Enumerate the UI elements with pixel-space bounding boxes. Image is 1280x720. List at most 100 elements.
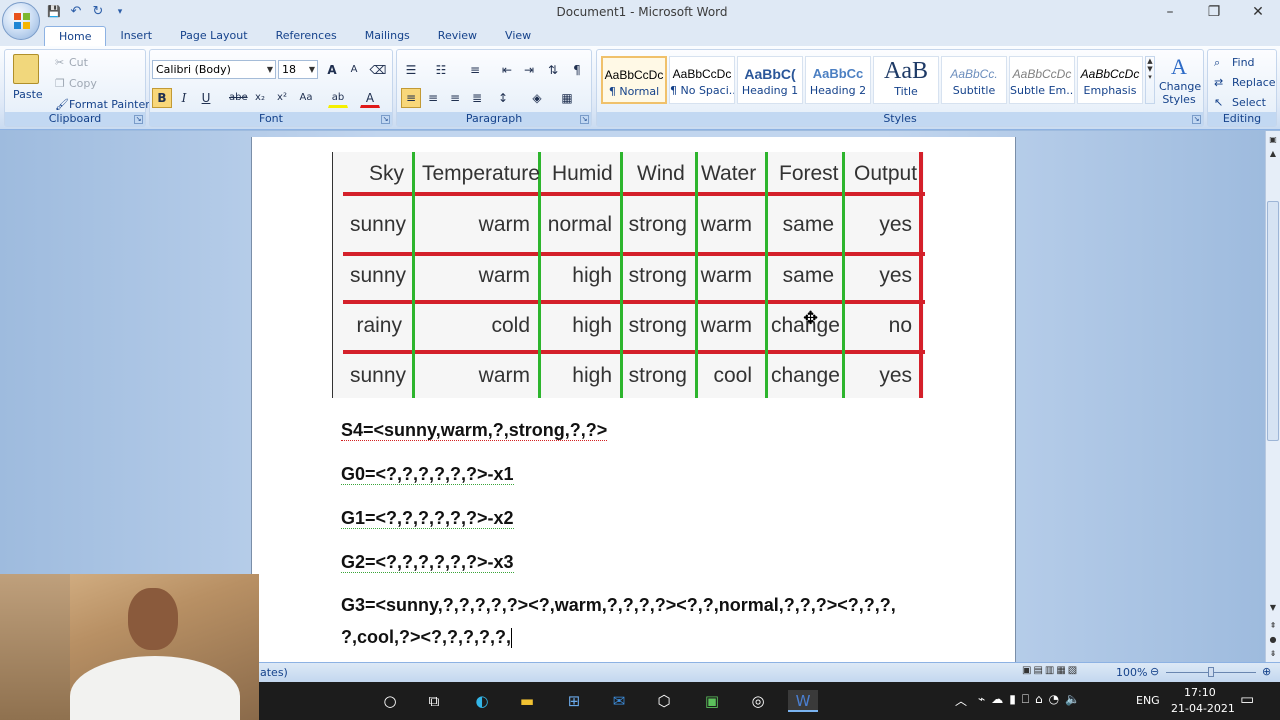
mail-icon[interactable]: ✉ xyxy=(607,690,631,712)
copy-button[interactable]: Copy xyxy=(69,77,97,90)
close-button[interactable]: ✕ xyxy=(1236,0,1280,24)
font-size-combo[interactable]: 18 ▼ xyxy=(278,60,318,79)
tab-page-layout[interactable]: Page Layout xyxy=(166,26,262,46)
sort-icon[interactable]: ⇅ xyxy=(543,60,563,80)
style-normal[interactable]: AaBbCcDc ¶ Normal xyxy=(601,56,667,104)
change-styles-button[interactable]: A Change Styles xyxy=(1159,54,1201,106)
bold-button[interactable]: B xyxy=(152,88,172,108)
restore-button[interactable]: ❐ xyxy=(1192,0,1236,24)
font-color-button[interactable]: A xyxy=(360,88,380,108)
paragraph-launcher-icon[interactable]: ↘ xyxy=(580,115,589,124)
subscript-button[interactable]: x₂ xyxy=(250,88,270,108)
tab-review[interactable]: Review xyxy=(424,26,491,46)
obs-icon[interactable]: ◎ xyxy=(746,690,770,712)
cut-button[interactable]: Cut xyxy=(69,56,88,69)
justify-icon[interactable]: ≣ xyxy=(467,88,487,108)
scrollbar-thumb[interactable] xyxy=(1267,201,1279,441)
align-left-icon[interactable]: ≡ xyxy=(401,88,421,108)
tab-view[interactable]: View xyxy=(491,26,545,46)
doc-line-g2[interactable]: G2=<?,?,?,?,?,?>-x3 xyxy=(341,552,514,573)
language-indicator[interactable]: ENG xyxy=(1136,694,1160,707)
clipboard-launcher-icon[interactable]: ↘ xyxy=(134,115,143,124)
font-launcher-icon[interactable]: ↘ xyxy=(381,115,390,124)
clock-date[interactable]: 21-04-2021 xyxy=(1171,702,1235,715)
office-button[interactable] xyxy=(2,2,40,40)
browse-object-icon[interactable]: ● xyxy=(1266,633,1280,647)
multilevel-list-icon[interactable]: ≡ xyxy=(465,60,485,80)
tab-insert[interactable]: Insert xyxy=(106,26,166,46)
view-buttons-icon[interactable]: ▣▤▥▦▧ xyxy=(1022,665,1112,679)
find-button[interactable]: Find xyxy=(1232,56,1255,69)
change-case-button[interactable]: Aa xyxy=(296,88,316,108)
highlight-button[interactable]: ab xyxy=(328,88,348,108)
style-heading-1[interactable]: AaBbC(Heading 1 xyxy=(737,56,803,104)
chat-app-icon[interactable]: ▣ xyxy=(700,690,724,712)
align-right-icon[interactable]: ≡ xyxy=(445,88,465,108)
increase-indent-icon[interactable]: ⇥ xyxy=(519,60,539,80)
format-painter-button[interactable]: Format Painter xyxy=(69,98,150,111)
tab-mailings[interactable]: Mailings xyxy=(351,26,424,46)
style-no-spacing[interactable]: AaBbCcDc ¶ No Spaci... xyxy=(669,56,735,104)
borders-icon[interactable]: ▦ xyxy=(557,88,577,108)
decrease-indent-icon[interactable]: ⇤ xyxy=(497,60,517,80)
doc-line-g0[interactable]: G0=<?,?,?,?,?,?>-x1 xyxy=(341,464,514,485)
styles-scroll-icon[interactable]: ▲ ▼ ▾ xyxy=(1145,56,1155,104)
style-heading-2[interactable]: AaBbCc Heading 2 xyxy=(805,56,871,104)
pasted-table-image[interactable]: Sky Temperature Humid Wind Water Forest … xyxy=(332,152,925,398)
zoom-out-icon[interactable]: ⊖ xyxy=(1150,665,1159,678)
zoom-in-icon[interactable]: ⊕ xyxy=(1262,665,1271,678)
zoom-slider-thumb[interactable] xyxy=(1208,667,1214,677)
align-center-icon[interactable]: ≡ xyxy=(423,88,443,108)
paste-button[interactable]: Paste xyxy=(13,88,43,101)
style-subtle-emphasis[interactable]: AaBbCcDc Subtle Em... xyxy=(1009,56,1075,104)
shrink-font-button[interactable]: A xyxy=(344,60,364,80)
superscript-button[interactable]: x² xyxy=(272,88,292,108)
file-explorer-icon[interactable]: ▬ xyxy=(515,690,539,712)
doc-line-g3-cont[interactable]: ?,cool,?><?,?,?,?,?, xyxy=(341,627,512,649)
word-taskbar-icon[interactable]: W xyxy=(788,690,818,712)
strikethrough-button[interactable]: abe xyxy=(228,88,248,108)
store-icon[interactable]: ⊞ xyxy=(562,690,586,712)
style-subtitle[interactable]: AaBbCc. Subtitle xyxy=(941,56,1007,104)
style-emphasis[interactable]: AaBbCcDc Emphasis xyxy=(1077,56,1143,104)
next-page-icon[interactable]: ⇟ xyxy=(1266,647,1280,661)
shading-icon[interactable]: ◈ xyxy=(527,88,547,108)
numbering-icon[interactable]: ☷ xyxy=(431,60,451,80)
bullets-icon[interactable]: ☰ xyxy=(401,60,421,80)
vertical-scrollbar[interactable]: ▣ ▲ ▼ ⇞ ● ⇟ xyxy=(1265,131,1280,662)
italic-button[interactable]: I xyxy=(174,88,194,108)
doc-line-g3[interactable]: G3=<sunny,?,?,?,?,?><?,warm,?,?,?,?><?,?… xyxy=(341,595,896,616)
font-name-combo[interactable]: Calibri (Body) ▼ xyxy=(152,60,276,79)
tab-references[interactable]: References xyxy=(262,26,351,46)
grow-font-button[interactable]: A xyxy=(322,60,342,80)
clock-time[interactable]: 17:10 xyxy=(1184,686,1216,699)
column-divider xyxy=(695,152,698,398)
prev-page-icon[interactable]: ⇞ xyxy=(1266,619,1280,633)
scroll-down-icon[interactable]: ▼ xyxy=(1266,601,1280,615)
task-view-icon[interactable]: ⧉ xyxy=(422,690,446,712)
replace-button[interactable]: Replace xyxy=(1232,76,1276,89)
paste-icon[interactable] xyxy=(13,54,39,84)
show-formatting-button[interactable]: ¶ xyxy=(567,60,587,80)
style-sample: AaB xyxy=(884,58,928,84)
style-title[interactable]: AaB Title xyxy=(873,56,939,104)
zoom-level[interactable]: 100% xyxy=(1116,666,1147,679)
search-icon[interactable]: ○ xyxy=(378,690,402,712)
clear-formatting-icon[interactable]: ⌫ xyxy=(368,60,388,80)
line-spacing-icon[interactable]: ↕ xyxy=(493,88,513,108)
edge-icon[interactable]: ◐ xyxy=(470,690,494,712)
minimize-button[interactable]: – xyxy=(1148,0,1192,24)
tray-icons[interactable]: ⌁☁▮⎕⌂◔🔈 xyxy=(978,692,1086,707)
tab-home[interactable]: Home xyxy=(44,26,107,46)
select-button[interactable]: Select xyxy=(1232,96,1266,109)
underline-button[interactable]: U xyxy=(196,88,216,108)
app-cube-icon[interactable]: ⬡ xyxy=(652,690,676,712)
column-divider xyxy=(842,152,845,398)
styles-launcher-icon[interactable]: ↘ xyxy=(1192,115,1201,124)
ruler-toggle-icon[interactable]: ▣ xyxy=(1266,133,1280,147)
scroll-up-icon[interactable]: ▲ xyxy=(1266,147,1280,161)
tray-expand-icon[interactable]: ︿ xyxy=(955,692,967,709)
doc-line-g1[interactable]: G1=<?,?,?,?,?,?>-x2 xyxy=(341,508,514,529)
doc-line-s4[interactable]: S4=<sunny,warm,?,strong,?,?> xyxy=(341,420,608,441)
notifications-icon[interactable]: ▭ xyxy=(1240,690,1254,708)
